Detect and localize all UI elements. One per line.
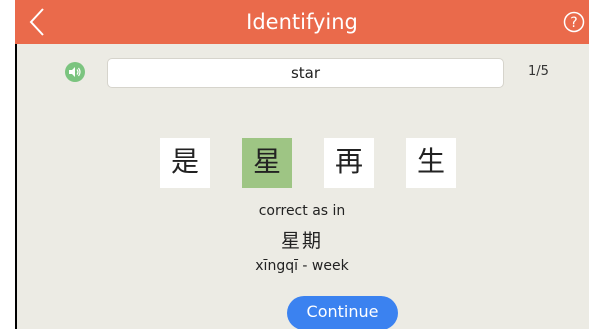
speaker-icon xyxy=(69,67,81,77)
app-screen: Identifying ? star 1/5 是 星 再 生 correct a… xyxy=(15,0,589,329)
continue-button[interactable]: Continue xyxy=(287,296,398,329)
choice-card[interactable]: 是 xyxy=(160,138,210,188)
svg-text:?: ? xyxy=(570,15,577,31)
header-bar: Identifying ? xyxy=(15,0,589,44)
choice-card[interactable]: 再 xyxy=(324,138,374,188)
prompt-word: star xyxy=(107,58,504,88)
choice-card-selected[interactable]: 星 xyxy=(242,138,292,188)
play-audio-button[interactable] xyxy=(65,62,85,82)
question-circle-icon: ? xyxy=(563,11,585,33)
page-title: Identifying xyxy=(246,10,358,34)
choice-card[interactable]: 生 xyxy=(406,138,456,188)
feedback-text: correct as in xyxy=(258,203,346,219)
example-word: 星期 xyxy=(280,230,323,252)
progress-counter: 1/5 xyxy=(528,64,549,79)
example-pinyin: xīngqī - week xyxy=(255,258,349,274)
help-button[interactable]: ? xyxy=(563,11,585,33)
